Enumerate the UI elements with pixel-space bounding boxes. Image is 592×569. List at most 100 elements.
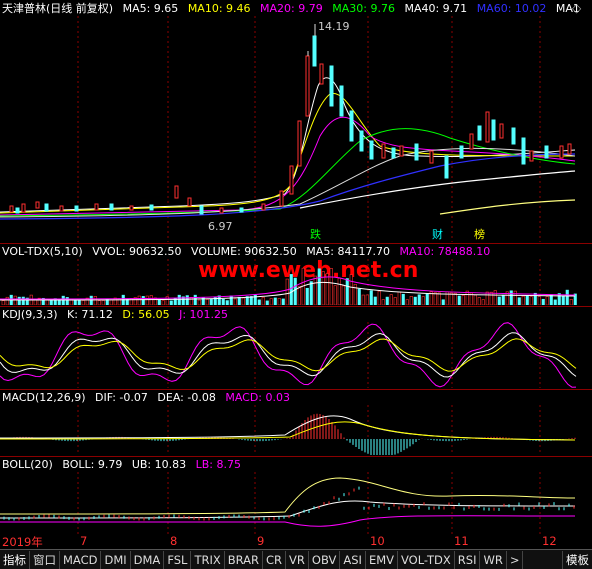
tab-window[interactable]: 窗口 — [30, 550, 60, 569]
volume-bar — [289, 274, 293, 305]
volume-bar — [273, 297, 277, 305]
vvol-value: VVOL: 90632.50 — [92, 245, 182, 258]
tab-vol-tdx[interactable]: VOL-TDX — [398, 550, 455, 569]
main-chart-area[interactable]: 14.19 6.97 跌 财 榜 — [0, 16, 592, 242]
tab-fsl[interactable]: FSL — [164, 550, 192, 569]
volume-bar — [161, 300, 165, 305]
volume-bar — [93, 296, 97, 305]
volume-bar — [389, 294, 393, 305]
volume-value: VOLUME: 90632.50 — [191, 245, 297, 258]
volume-bar — [413, 296, 417, 305]
volume-bar — [189, 297, 193, 305]
volume-bar — [325, 273, 329, 305]
macd-header: MACD(12,26,9) DIF: -0.07 DEA: -0.08 MACD… — [2, 391, 296, 405]
volume-bar — [313, 275, 317, 305]
volume-bar — [425, 293, 429, 305]
volume-bar — [229, 295, 233, 305]
tab-obv[interactable]: OBV — [309, 550, 341, 569]
tab-rsi[interactable]: RSI — [455, 550, 481, 569]
date-label-month: 7 — [80, 534, 88, 548]
tab-vr[interactable]: VR — [286, 550, 309, 569]
volume-bar — [185, 295, 189, 305]
volume-bar — [457, 295, 461, 305]
volume-bar — [553, 299, 557, 305]
volume-bar — [397, 291, 401, 305]
volume-bar — [5, 296, 9, 305]
volume-bar — [501, 294, 505, 305]
diamond-icon[interactable]: ◇ — [572, 1, 581, 15]
volume-bar — [473, 294, 477, 305]
volume-bar — [33, 299, 37, 305]
tab-indicator[interactable]: 指标 — [0, 550, 30, 569]
tab-dmi[interactable]: DMI — [101, 550, 131, 569]
tab-asi[interactable]: ASI — [340, 550, 366, 569]
date-label-year: 2019年 — [2, 535, 43, 549]
volume-bar — [77, 299, 81, 305]
tab-brar[interactable]: BRAR — [225, 550, 264, 569]
date-label-month: 9 — [257, 534, 265, 548]
tab-trix[interactable]: TRIX — [191, 550, 225, 569]
volume-bar — [433, 292, 437, 305]
date-label-month: 11 — [454, 534, 469, 548]
volume-bar — [513, 290, 517, 305]
tab-cr[interactable]: CR — [263, 550, 287, 569]
volume-bar — [381, 299, 385, 305]
volume-bar — [537, 296, 541, 305]
volume-bar — [345, 278, 349, 305]
kdj-chart-area[interactable] — [0, 322, 592, 388]
volume-bar — [141, 296, 145, 305]
tab-more-arrow[interactable]: > — [507, 550, 524, 569]
volume-bar — [565, 289, 569, 305]
low-price-label: 6.97 — [208, 220, 233, 233]
volume-bar — [417, 294, 421, 305]
volume-bar — [221, 298, 225, 305]
volume-bar — [237, 296, 241, 305]
main-chart-header: 天津普林(日线 前复权) MA5: 9.65 MA10: 9.46 MA20: … — [2, 2, 586, 16]
ma60-value: MA60: 10.02 — [476, 2, 547, 15]
volume-bar — [461, 295, 465, 305]
volume-bar — [305, 287, 309, 305]
macd-value: MACD: 0.03 — [225, 391, 290, 404]
volume-bar — [169, 300, 173, 305]
volume-bar — [453, 292, 457, 305]
volume-bar — [285, 278, 289, 305]
event-label-drop[interactable]: 跌 — [310, 226, 321, 242]
kline-chart-svg — [0, 16, 576, 242]
volume-bar — [373, 296, 377, 305]
volume-bar — [261, 297, 265, 305]
volume-bar — [369, 290, 373, 305]
tab-emv[interactable]: EMV — [366, 550, 398, 569]
macd-dea-value: DEA: -0.08 — [157, 391, 216, 404]
tab-wr[interactable]: WR — [480, 550, 507, 569]
volume-bar — [21, 296, 25, 305]
boll-chart-area[interactable] — [0, 472, 592, 534]
volume-bar — [357, 288, 361, 305]
tab-macd[interactable]: MACD — [60, 550, 102, 569]
volume-bar — [365, 294, 369, 305]
volume-bar — [509, 290, 513, 305]
vol-ma10-value: MA10: 78488.10 — [399, 245, 491, 258]
ma20-value: MA20: 9.79 — [260, 2, 323, 15]
kdj-k-value: K: 71.12 — [67, 308, 113, 321]
volume-bar — [249, 296, 253, 305]
volume-bar — [377, 290, 381, 305]
volume-bar — [521, 295, 525, 305]
volume-bar — [269, 298, 273, 305]
ma5-value: MA5: 9.65 — [122, 2, 179, 15]
event-label-finance[interactable]: 财 — [432, 226, 443, 242]
kdj-d-value: D: 56.05 — [122, 308, 170, 321]
macd-chart-area[interactable] — [0, 405, 592, 455]
macd-chart-svg — [0, 405, 576, 455]
volume-chart-area[interactable] — [0, 259, 592, 305]
volume-bar — [61, 295, 65, 305]
volume-bar — [441, 299, 445, 305]
date-label-month: 8 — [170, 534, 178, 548]
tab-dma[interactable]: DMA — [131, 550, 165, 569]
volume-bar — [101, 300, 105, 305]
date-label-month: 12 — [542, 534, 557, 548]
event-label-list[interactable]: 榜 — [474, 226, 485, 242]
volume-bar — [209, 299, 213, 305]
template-button[interactable]: 模板 — [562, 550, 592, 569]
volume-bar — [265, 300, 269, 305]
volume-bar — [257, 299, 261, 305]
